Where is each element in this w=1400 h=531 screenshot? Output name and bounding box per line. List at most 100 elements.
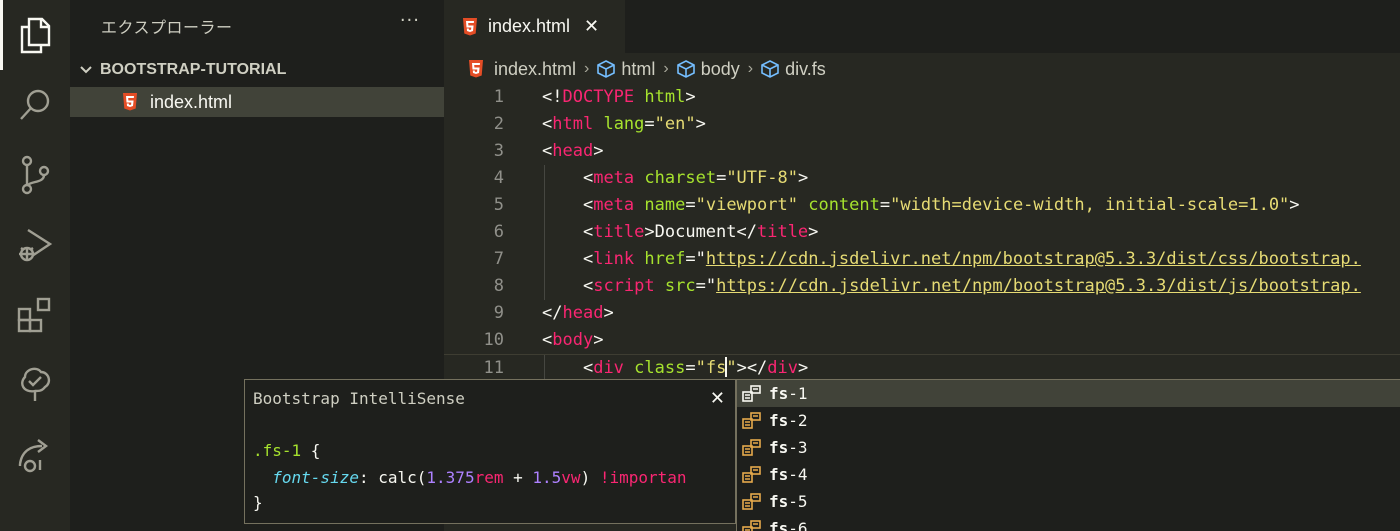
chevron-right-icon: ›: [584, 60, 590, 77]
breadcrumb-item[interactable]: html: [621, 59, 655, 80]
symbol-class-icon: [742, 465, 761, 483]
code-token: lang: [603, 114, 645, 134]
code-token: div: [767, 358, 799, 378]
suggestion-item[interactable]: fs-1: [737, 380, 1400, 407]
file-item-index-html[interactable]: index.html: [70, 87, 444, 117]
details-selector: .fs-1: [253, 441, 302, 460]
code-line: 8 <script src="https://cdn.jsdelivr.net/…: [444, 273, 1400, 300]
suggestion-match: fs: [769, 465, 789, 484]
tab-index-html[interactable]: index.html ✕: [444, 0, 625, 53]
code-token: >: [695, 114, 706, 134]
breadcrumb-item[interactable]: div.fs: [785, 59, 826, 80]
code-text: <body>: [542, 327, 603, 354]
line-number: 8: [493, 276, 504, 296]
run-debug-activity[interactable]: [0, 210, 70, 280]
code-token: =": [685, 249, 706, 269]
suggestion-rest: -3: [788, 438, 808, 457]
suggestion-match: fs: [769, 492, 789, 511]
search-activity[interactable]: [0, 70, 70, 140]
code-token: body: [552, 330, 594, 350]
code-line: 4 <meta charset="UTF-8">: [444, 165, 1400, 192]
suggestion-item[interactable]: fs-3: [737, 434, 1400, 461]
code-token: href: [644, 249, 686, 269]
code-token: title: [756, 222, 809, 242]
code-token: charset: [644, 168, 717, 188]
code-text: <meta charset="UTF-8">: [542, 165, 808, 192]
extensions-icon: [17, 297, 51, 333]
file-name: index.html: [150, 91, 233, 112]
details-value-token: !importan: [599, 468, 687, 487]
details-value-token: rem: [474, 468, 504, 487]
code-token: <: [582, 276, 594, 296]
details-value-token: 1.5: [532, 468, 562, 487]
symbol-structure-icon: [676, 60, 695, 78]
close-icon[interactable]: ✕: [710, 388, 725, 409]
activity-bar: [0, 0, 70, 531]
line-number: 9: [493, 303, 504, 323]
code-text: <html lang="en">: [542, 111, 706, 138]
symbol-class-icon: [742, 384, 761, 402]
tab-bar: index.html ✕: [444, 0, 1400, 53]
code-token: =: [644, 114, 655, 134]
remote-activity[interactable]: [0, 420, 70, 490]
details-property: font-size: [272, 468, 359, 487]
testing-activity[interactable]: [0, 350, 70, 420]
code-token: <: [582, 358, 594, 378]
suggestion-item[interactable]: fs-2: [737, 407, 1400, 434]
details-value-token: +: [503, 468, 533, 487]
code-token: title: [593, 222, 645, 242]
details-declaration: font-size: calc(1.375rem + 1.5vw) !impor…: [253, 468, 687, 487]
code-token: "UTF-8": [726, 168, 798, 188]
suggestion-item[interactable]: fs-5: [737, 488, 1400, 515]
suggestion-match: fs: [769, 384, 789, 403]
run-debug-icon: [19, 228, 53, 262]
html5-icon: [123, 93, 137, 111]
code-token: html: [552, 114, 594, 134]
code-token: meta: [593, 168, 635, 188]
files-icon: [20, 17, 51, 54]
line-number: 1: [493, 87, 504, 107]
breadcrumb-item[interactable]: body: [701, 59, 740, 80]
details-code-line: .fs-1 {: [253, 441, 320, 460]
code-token: >: [1289, 195, 1300, 215]
suggestion-item[interactable]: fs-4: [737, 461, 1400, 488]
code-token: >: [808, 222, 819, 242]
code-token: =: [879, 195, 891, 215]
code-token: DOCTYPE: [562, 87, 635, 107]
breadcrumb: index.html › html › body › div.fs: [468, 56, 826, 82]
code-token: script: [593, 276, 655, 296]
testing-icon: [21, 367, 51, 401]
code-token: "fs: [695, 358, 727, 378]
line-number: 3: [493, 141, 504, 161]
html5-icon: [463, 17, 477, 35]
code-line: 5 <meta name="viewport" content="width=d…: [444, 192, 1400, 219]
code-text: <script src="https://cdn.jsdelivr.net/np…: [542, 273, 1361, 300]
code-token: >: [603, 303, 614, 323]
code-token: >: [685, 87, 696, 107]
breadcrumb-item[interactable]: index.html: [494, 59, 576, 80]
code-token: src: [664, 276, 696, 296]
html5-icon: [469, 60, 483, 78]
suggestion-rest: -1: [788, 384, 808, 403]
folder-header[interactable]: BOOTSTRAP-TUTORIAL: [70, 56, 444, 84]
code-text: </head>: [542, 300, 614, 327]
suggestion-match: fs: [769, 411, 789, 430]
close-icon[interactable]: ✕: [584, 16, 599, 37]
code-token: =: [685, 195, 696, 215]
code-token: >: [797, 168, 809, 188]
code-token: >: [593, 330, 604, 350]
suggestion-label: fs-6: [769, 519, 808, 531]
more-actions-button[interactable]: ···: [400, 10, 420, 31]
symbol-class-icon: [742, 411, 761, 429]
suggestion-item[interactable]: fs-6: [737, 515, 1400, 531]
line-number: 4: [493, 168, 504, 188]
explorer-activity[interactable]: [0, 0, 70, 70]
code-token: <: [542, 141, 553, 161]
line-number: 10: [483, 330, 504, 350]
extensions-activity[interactable]: [0, 280, 70, 350]
symbol-structure-icon: [761, 60, 779, 78]
source-control-activity[interactable]: [0, 140, 70, 210]
